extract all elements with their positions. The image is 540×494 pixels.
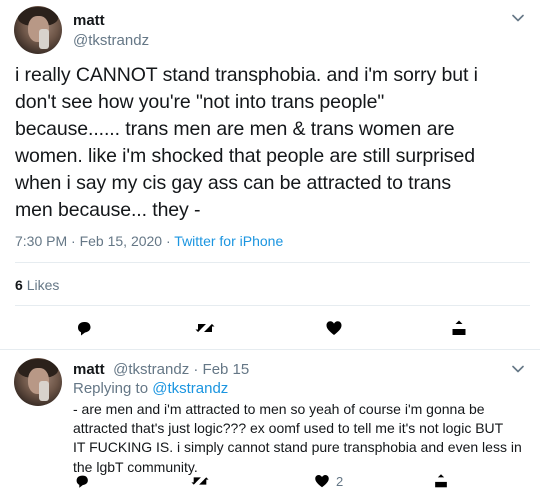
- avatar[interactable]: [14, 6, 62, 54]
- meta-separator: ·: [162, 233, 175, 249]
- author-handle[interactable]: @tkstrandz: [73, 32, 149, 49]
- divider: [15, 262, 530, 263]
- author-name[interactable]: matt: [73, 12, 105, 29]
- share-icon[interactable]: [449, 318, 469, 338]
- reply-icon[interactable]: [74, 318, 94, 338]
- reply-like-count: 2: [336, 474, 344, 489]
- tweet-source-link[interactable]: Twitter for iPhone: [174, 233, 283, 249]
- like-icon[interactable]: [313, 472, 331, 490]
- tweet-text: i really CANNOT stand transphobia. and i…: [15, 64, 478, 221]
- replying-to-label: Replying to: [73, 380, 153, 397]
- replying-to: Replying to @tkstrandz: [73, 380, 228, 397]
- retweet-icon[interactable]: [190, 472, 210, 490]
- chevron-down-icon[interactable]: [512, 14, 524, 22]
- replying-to-handle[interactable]: @tkstrandz: [152, 380, 228, 397]
- reply-header: matt @tkstrandz · Feb 15: [73, 361, 249, 379]
- retweet-icon[interactable]: [194, 318, 216, 338]
- reply-icon[interactable]: [73, 472, 91, 490]
- like-icon[interactable]: [324, 318, 344, 338]
- divider: [15, 305, 530, 306]
- reply-handle-date[interactable]: @tkstrandz · Feb 15: [113, 361, 249, 378]
- likes-label: Likes: [26, 277, 60, 293]
- tweet-timestamp[interactable]: 7:30 PM · Feb 15, 2020: [15, 233, 162, 249]
- chevron-down-icon[interactable]: [512, 365, 524, 373]
- tweet-meta: 7:30 PM · Feb 15, 2020 · Twitter for iPh…: [15, 233, 283, 249]
- reply-text: - are men and i'm attracted to men so ye…: [73, 401, 522, 475]
- likes-summary[interactable]: 6 Likes: [15, 277, 59, 293]
- reply-author-name[interactable]: matt: [73, 361, 105, 378]
- divider: [0, 349, 540, 350]
- reply-avatar[interactable]: [14, 358, 62, 406]
- likes-count: 6: [15, 277, 23, 293]
- share-icon[interactable]: [432, 472, 450, 490]
